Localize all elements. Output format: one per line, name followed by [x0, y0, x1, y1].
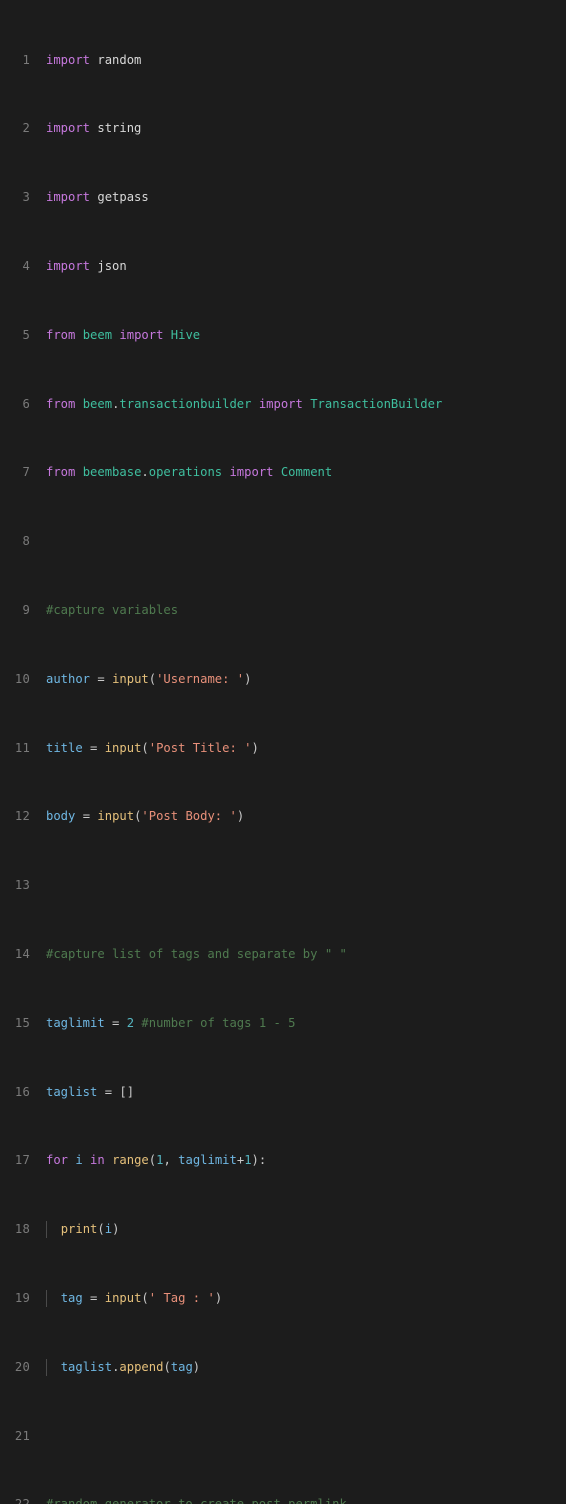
line-content[interactable]: from beembase.operations import Comment: [30, 464, 566, 481]
code-line[interactable]: 12 body = input('Post Body: '): [0, 808, 566, 825]
line-number: 16: [14, 1084, 30, 1099]
line-content[interactable]: [30, 533, 566, 550]
line-content[interactable]: [30, 1428, 566, 1445]
line-number: 7: [22, 465, 30, 480]
line-content[interactable]: #capture list of tags and separate by " …: [30, 946, 566, 963]
code-line[interactable]: 21: [0, 1428, 566, 1445]
line-number: 9: [22, 602, 30, 617]
line-number: 20: [14, 1359, 30, 1374]
code-line[interactable]: 19 tag = input(' Tag : '): [0, 1289, 566, 1308]
line-content[interactable]: taglist = []: [30, 1084, 566, 1101]
line-number: 11: [14, 740, 30, 755]
line-content[interactable]: print(i): [30, 1221, 566, 1239]
line-content[interactable]: import getpass: [30, 189, 566, 206]
code-line[interactable]: 13: [0, 877, 566, 894]
line-number: 21: [14, 1428, 30, 1443]
code-line[interactable]: 2 import string: [0, 120, 566, 137]
code-editor[interactable]: 1 import random 2 import string 3 import…: [0, 0, 566, 1504]
indent-guide: [46, 1358, 47, 1376]
line-content[interactable]: title = input('Post Title: '): [30, 740, 566, 757]
line-number: 6: [22, 396, 30, 411]
line-number: 5: [22, 327, 30, 342]
line-number: 4: [22, 259, 30, 273]
line-content[interactable]: taglist.append(tag): [30, 1358, 566, 1376]
line-content[interactable]: import json: [30, 258, 566, 275]
code-line[interactable]: 15 taglimit = 2 #number of tags 1 - 5: [0, 1015, 566, 1032]
code-line[interactable]: 11 title = input('Post Title: '): [0, 740, 566, 757]
line-content[interactable]: for i in range(1, taglimit+1):: [30, 1152, 566, 1169]
line-content[interactable]: import string: [30, 120, 566, 137]
line-number: 19: [14, 1290, 30, 1305]
line-content[interactable]: import random: [30, 52, 566, 69]
code-line[interactable]: 6 from beem.transactionbuilder import Tr…: [0, 396, 566, 413]
line-number: 15: [14, 1015, 30, 1030]
code-line[interactable]: 16 taglist = []: [0, 1084, 566, 1101]
line-content[interactable]: tag = input(' Tag : '): [30, 1289, 566, 1308]
code-line[interactable]: 4 import json: [0, 258, 566, 275]
line-number: 14: [14, 946, 30, 961]
code-line[interactable]: 17 for i in range(1, taglimit+1):: [0, 1152, 566, 1169]
code-line[interactable]: 9 #capture variables: [0, 602, 566, 619]
line-number: 22: [0, 1496, 30, 1504]
line-number: 12: [14, 809, 30, 824]
line-number: 18: [14, 1222, 30, 1237]
indent-guide: [46, 1221, 47, 1239]
line-number: 17: [14, 1153, 30, 1168]
code-line[interactable]: 20 taglist.append(tag): [0, 1358, 566, 1376]
code-line[interactable]: 10 author = input('Username: '): [0, 671, 566, 688]
line-content[interactable]: from beem import Hive: [30, 327, 566, 344]
line-content[interactable]: from beem.transactionbuilder import Tran…: [30, 396, 566, 413]
line-content[interactable]: taglimit = 2 #number of tags 1 - 5: [30, 1015, 566, 1032]
line-content[interactable]: [30, 877, 566, 894]
code-line[interactable]: 5 from beem import Hive: [0, 327, 566, 344]
code-line[interactable]: 22 #random generator to create post perm…: [0, 1496, 566, 1504]
line-number: 2: [22, 121, 30, 136]
line-number: 8: [22, 534, 30, 549]
code-line[interactable]: 14 #capture list of tags and separate by…: [0, 946, 566, 963]
line-number: 10: [14, 671, 30, 686]
code-line[interactable]: 7 from beembase.operations import Commen…: [0, 464, 566, 481]
line-content[interactable]: #capture variables: [30, 602, 566, 619]
line-content[interactable]: #random generator to create post permlin…: [30, 1496, 566, 1504]
line-content[interactable]: author = input('Username: '): [30, 671, 566, 688]
code-line[interactable]: 1 import random: [0, 52, 566, 69]
line-content[interactable]: body = input('Post Body: '): [30, 808, 566, 825]
code-line[interactable]: 8: [0, 533, 566, 550]
code-line[interactable]: 18 print(i): [0, 1221, 566, 1239]
code-line[interactable]: 3 import getpass: [0, 189, 566, 206]
indent-guide: [46, 1289, 47, 1308]
line-number: 13: [14, 878, 30, 893]
line-number: 1: [22, 52, 30, 67]
line-number: 3: [22, 190, 30, 205]
